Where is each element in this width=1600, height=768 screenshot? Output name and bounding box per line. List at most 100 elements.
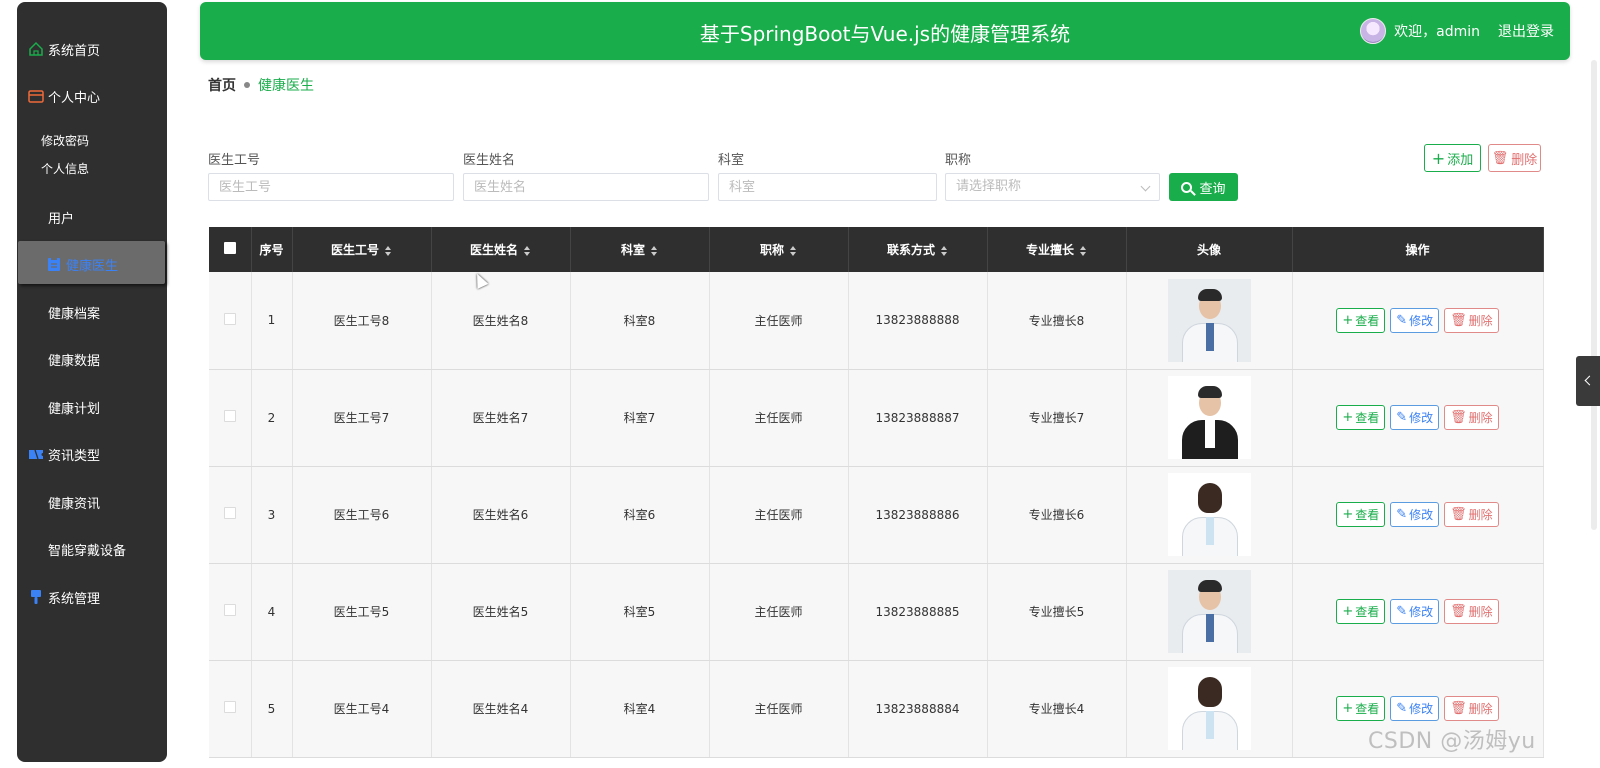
- title-select[interactable]: 请选择职称: [945, 173, 1160, 201]
- sidebar-item-profile[interactable]: 个人中心: [28, 84, 100, 108]
- doctor-photo[interactable]: [1167, 376, 1251, 459]
- row-specialty: 专业擅长7: [987, 369, 1127, 467]
- query-button[interactable]: 查询: [1169, 173, 1238, 201]
- edit-button[interactable]: ✎ 修改: [1390, 599, 1440, 624]
- select-all-cell: [209, 227, 252, 272]
- edit-button[interactable]: ✎ 修改: [1390, 307, 1440, 333]
- doctor-photo[interactable]: [1167, 473, 1251, 556]
- grid-icon: [28, 399, 44, 415]
- trash-icon: 🗑: [1491, 150, 1509, 166]
- ticket-icon: [28, 446, 44, 462]
- row-checkbox[interactable]: [223, 410, 236, 422]
- chevron-down-icon: [1140, 181, 1151, 192]
- department-label: 科室: [718, 153, 745, 168]
- delete-button[interactable]: 🗑 删除: [1444, 599, 1499, 624]
- row-phone: 13823888886: [848, 466, 988, 564]
- sidebar-sub-change-password[interactable]: 修改密码: [41, 132, 89, 149]
- doctor-photo[interactable]: [1167, 667, 1251, 750]
- page-scrollbar[interactable]: [1591, 60, 1597, 530]
- doctor-table: 序号 医生工号 医生姓名 科室 职称 联系方式 专业擅长 头像 操作 1 医生工…: [209, 227, 1544, 758]
- view-button[interactable]: + 查看: [1336, 696, 1386, 721]
- sort-icon[interactable]: [941, 245, 948, 256]
- plus-icon: +: [1431, 148, 1446, 168]
- edit-icon: ✎: [1396, 507, 1408, 522]
- row-department: 科室6: [570, 466, 710, 564]
- avatar[interactable]: [1360, 18, 1387, 44]
- department-input[interactable]: [718, 173, 937, 201]
- edit-button[interactable]: ✎ 修改: [1390, 696, 1440, 721]
- sidebar-item-system[interactable]: 系统管理: [28, 585, 100, 609]
- row-department: 科室7: [570, 369, 710, 467]
- row-phone: 13823888884: [848, 660, 988, 758]
- col-title[interactable]: 职称: [709, 227, 849, 272]
- table-row: 1 医生工号8 医生姓名8 科室8 主任医师 13823888888 专业擅长8…: [209, 272, 1544, 370]
- sidebar-item-wearables[interactable]: 智能穿戴设备: [28, 537, 126, 561]
- sidebar-item-users[interactable]: 用户: [28, 205, 74, 229]
- col-doctor-id[interactable]: 医生工号: [292, 227, 432, 272]
- sidebar-item-health-plan[interactable]: 健康计划: [28, 395, 100, 419]
- doctor-name-label: 医生姓名: [463, 153, 516, 168]
- sidebar-item-doctors[interactable]: 健康医生: [46, 252, 118, 276]
- table-row: 2 医生工号7 医生姓名7 科室7 主任医师 13823888887 专业擅长7…: [209, 369, 1544, 467]
- doctor-photo[interactable]: [1167, 570, 1251, 653]
- row-checkbox[interactable]: [223, 312, 236, 325]
- col-doctor-name[interactable]: 医生姓名: [431, 227, 571, 272]
- row-doctor-name: 医生姓名4: [431, 660, 571, 758]
- sort-icon[interactable]: [1080, 245, 1087, 256]
- sidebar-item-health-records[interactable]: 健康档案: [28, 300, 100, 324]
- sort-icon[interactable]: [651, 245, 658, 256]
- sort-icon[interactable]: [524, 245, 531, 256]
- delete-button[interactable]: 🗑 删除: [1444, 307, 1499, 333]
- view-button[interactable]: + 查看: [1336, 405, 1386, 430]
- collapse-panel-button[interactable]: [1576, 356, 1600, 406]
- row-checkbox[interactable]: [223, 507, 236, 519]
- row-doctor-name: 医生姓名7: [431, 369, 571, 467]
- plus-icon: +: [1342, 507, 1354, 522]
- delete-button[interactable]: 🗑 删除: [1444, 405, 1499, 430]
- col-phone[interactable]: 联系方式: [848, 227, 988, 272]
- delete-button[interactable]: 🗑 删除: [1444, 502, 1499, 527]
- row-specialty: 专业擅长8: [987, 272, 1127, 370]
- add-button[interactable]: + 添加: [1424, 144, 1481, 172]
- row-doctor-name: 医生姓名6: [431, 466, 571, 564]
- row-checkbox[interactable]: [223, 701, 236, 713]
- trash-icon: 🗑: [1450, 701, 1467, 716]
- user-area: 欢迎，admin 退出登录: [1360, 18, 1554, 44]
- view-button[interactable]: + 查看: [1336, 307, 1386, 333]
- row-doctor-name: 医生姓名5: [431, 563, 571, 661]
- row-index: 2: [251, 369, 293, 467]
- logout-link[interactable]: 退出登录: [1498, 21, 1554, 41]
- search-icon: [1181, 181, 1193, 193]
- view-button[interactable]: + 查看: [1336, 502, 1386, 527]
- sort-icon[interactable]: [385, 245, 392, 256]
- table-row: 4 医生工号5 医生姓名5 科室5 主任医师 13823888885 专业擅长5…: [209, 563, 1544, 661]
- breadcrumb-home[interactable]: 首页: [208, 75, 236, 95]
- row-title: 主任医师: [709, 272, 849, 370]
- view-button[interactable]: + 查看: [1336, 599, 1386, 624]
- edit-button[interactable]: ✎ 修改: [1390, 502, 1440, 527]
- delete-button[interactable]: 🗑 删除: [1444, 696, 1499, 721]
- select-all-checkbox[interactable]: [223, 242, 236, 254]
- sidebar-item-health-data[interactable]: 健康数据: [28, 347, 100, 371]
- table-row: 3 医生工号6 医生姓名6 科室6 主任医师 13823888886 专业擅长6…: [209, 466, 1544, 564]
- breadcrumb: 首页 健康医生: [208, 75, 314, 95]
- home-icon: [28, 41, 44, 57]
- doctor-name-input[interactable]: [463, 173, 709, 201]
- row-phone: 13823888888: [848, 272, 988, 370]
- sort-icon[interactable]: [790, 245, 797, 256]
- doctor-photo[interactable]: [1167, 278, 1251, 362]
- plus-icon: +: [1342, 312, 1354, 328]
- doctor-id-input[interactable]: [208, 173, 454, 201]
- row-specialty: 专业擅长5: [987, 563, 1127, 661]
- sidebar-item-health-news[interactable]: 健康资讯: [28, 490, 100, 514]
- col-specialty[interactable]: 专业擅长: [987, 227, 1127, 272]
- col-department[interactable]: 科室: [570, 227, 710, 272]
- edit-button[interactable]: ✎ 修改: [1390, 405, 1440, 430]
- sidebar-item-news-type[interactable]: 资讯类型: [28, 442, 100, 466]
- batch-delete-button[interactable]: 🗑 删除: [1488, 144, 1541, 172]
- edit-icon: ✎: [1396, 410, 1408, 425]
- sidebar-sub-personal-info[interactable]: 个人信息: [41, 160, 89, 177]
- row-checkbox[interactable]: [223, 604, 236, 616]
- trash-icon: 🗑: [1450, 410, 1467, 425]
- sidebar-item-home[interactable]: 系统首页: [28, 37, 100, 61]
